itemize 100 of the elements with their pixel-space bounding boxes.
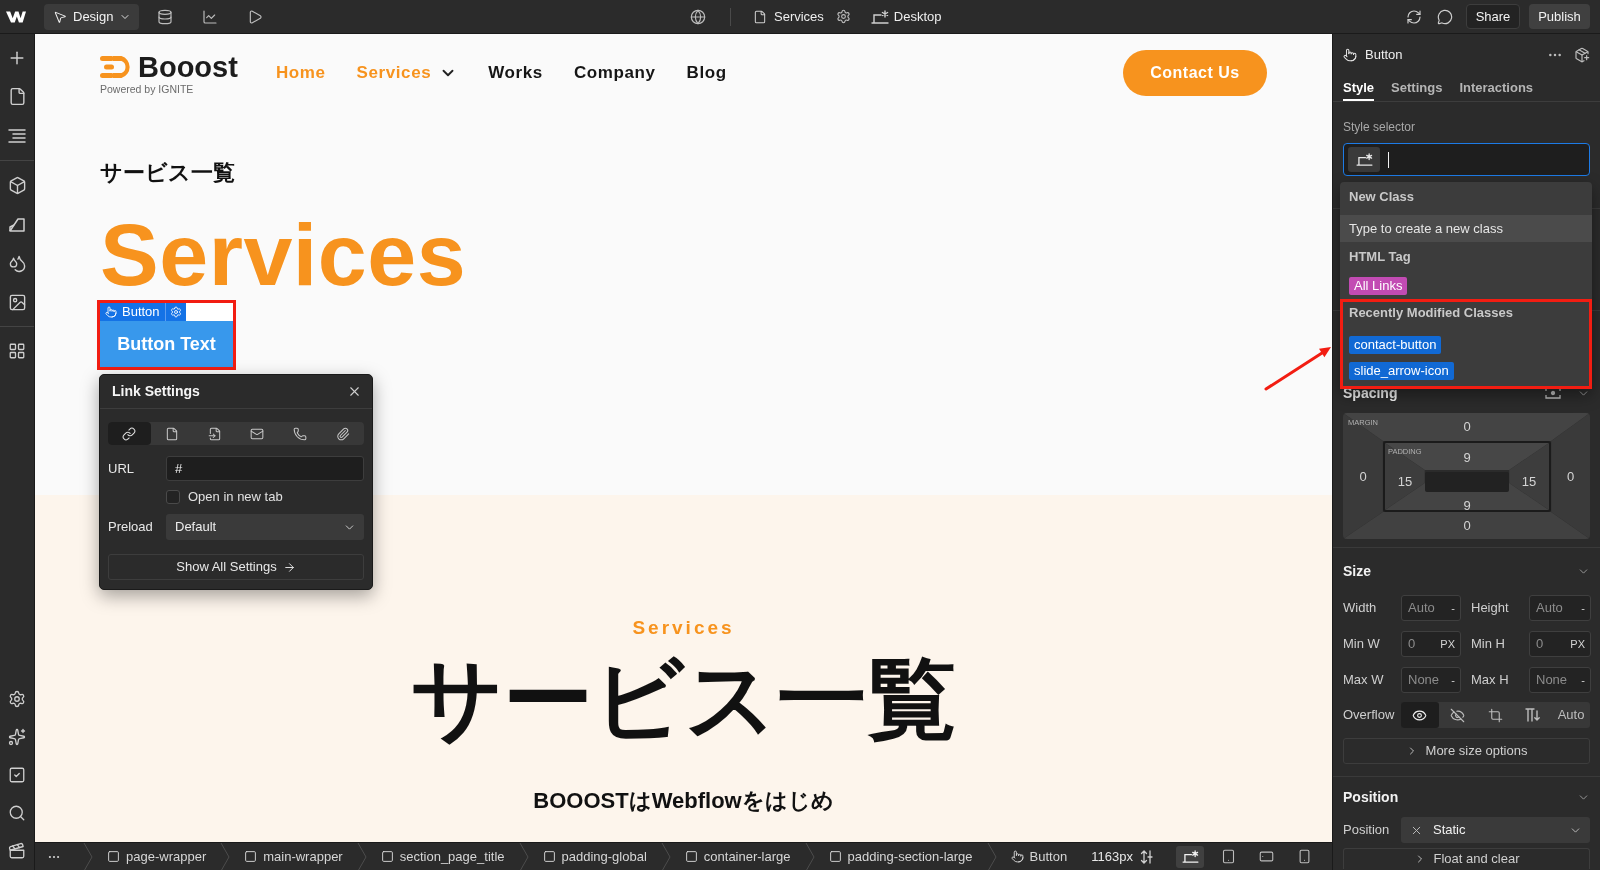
size-field[interactable]: Auto -	[1401, 595, 1461, 621]
resize-icon[interactable]	[1140, 849, 1154, 864]
nav-link[interactable]: Works	[488, 60, 543, 86]
play-icon[interactable]	[247, 8, 263, 25]
sparkles-icon[interactable]	[8, 728, 26, 746]
chevron-icon	[660, 842, 671, 870]
breadcrumb-item[interactable]: section_page_title	[366, 846, 519, 867]
section-eyebrow: Services	[632, 616, 735, 640]
element-tag[interactable]: Button	[100, 303, 186, 321]
breadcrumb-item[interactable]: main-wrapper	[230, 846, 357, 867]
sync-icon[interactable]	[1406, 8, 1422, 25]
breadcrumb-item[interactable]: Button	[996, 846, 1082, 867]
padding-left-area[interactable]	[1385, 443, 1425, 510]
unit-selector[interactable]: -	[1581, 599, 1585, 617]
class-tag[interactable]: contact-button	[1349, 336, 1442, 354]
globe-icon[interactable]	[690, 8, 706, 25]
brand-name: Booost	[138, 51, 238, 82]
unit-selector[interactable]: -	[1581, 671, 1585, 689]
size-field[interactable]: Auto -	[1529, 595, 1591, 621]
nav-link[interactable]: Company	[573, 60, 656, 86]
url-field[interactable]: #	[166, 456, 364, 481]
page-name[interactable]: Services	[774, 6, 824, 27]
breakpoint-button[interactable]	[1176, 845, 1204, 868]
overflow-option[interactable]: Auto	[1552, 702, 1590, 728]
margin-bottom-value[interactable]: 0	[1463, 515, 1471, 536]
checkbox-icon[interactable]	[8, 766, 26, 784]
design-mode-button[interactable]: Design	[44, 3, 139, 30]
padding-left-value[interactable]: 15	[1397, 472, 1413, 492]
square-icon	[244, 850, 258, 863]
settings-icon	[169, 306, 182, 318]
size-field[interactable]: None -	[1529, 667, 1591, 693]
field-label: Max W	[1343, 671, 1385, 690]
preload-select[interactable]: Default	[166, 514, 364, 540]
apps-icon[interactable]	[8, 341, 26, 360]
position-select[interactable]: Static	[1401, 817, 1590, 843]
section-lead: BOOOSTはWebflowをはじめ	[533, 787, 834, 815]
share-button[interactable]: Share	[1466, 4, 1520, 29]
style-icon[interactable]	[8, 215, 26, 234]
breakpoint-icon	[870, 9, 889, 24]
section-heading: Size	[1343, 561, 1371, 581]
settings-icon[interactable]	[835, 9, 851, 24]
eye-icon	[1412, 707, 1428, 723]
image-icon[interactable]	[7, 293, 27, 312]
menu-item[interactable]: Type to create a new class	[1340, 215, 1592, 242]
style-selector-field[interactable]	[1343, 143, 1590, 176]
field-label: Width	[1343, 599, 1378, 618]
panel-tab[interactable]: Style	[1343, 76, 1375, 101]
search-icon[interactable]	[8, 804, 26, 822]
video-icon[interactable]	[8, 842, 26, 860]
hand-icon	[1343, 48, 1357, 62]
field-label: Min W	[1343, 635, 1381, 654]
margin-left-value[interactable]: 0	[1359, 466, 1367, 487]
nav-link[interactable]: Blog	[686, 60, 727, 86]
unit-selector[interactable]: -	[1451, 599, 1455, 617]
page-icon[interactable]	[7, 87, 27, 106]
breadcrumb-item[interactable]: container-large	[670, 846, 805, 867]
publish-button[interactable]: Publish	[1529, 4, 1590, 29]
breadcrumb-item[interactable]: padding-section-large	[814, 846, 987, 867]
chart-icon[interactable]	[202, 8, 218, 25]
box-model-icon[interactable]	[1545, 387, 1561, 399]
unit-selector[interactable]: -	[1451, 671, 1455, 689]
class-tag[interactable]: slide_arrow-icon	[1349, 362, 1454, 380]
breakpoint-name[interactable]: Desktop	[893, 6, 942, 27]
margin-right-value[interactable]: 0	[1566, 466, 1575, 487]
cube-plus-icon[interactable]	[1574, 47, 1590, 63]
section-heading: Spacing	[1343, 383, 1398, 403]
droplets-icon[interactable]	[7, 254, 27, 273]
padding-top-value[interactable]: 9	[1463, 447, 1471, 468]
size-field[interactable]: 0 PX	[1401, 631, 1461, 657]
class-tag[interactable]: All Links	[1349, 277, 1408, 295]
padding-top-area[interactable]	[1385, 443, 1549, 470]
show-all-settings-button[interactable]: Show All Settings	[108, 554, 364, 580]
panel-tab[interactable]: Interactions	[1459, 76, 1534, 101]
size-field[interactable]: 0 PX	[1529, 631, 1591, 657]
link-icon	[122, 426, 137, 441]
comment-icon[interactable]	[1437, 8, 1453, 25]
canvas-width: 1163px	[1091, 847, 1133, 866]
class-selector-icon	[1348, 147, 1380, 172]
close-icon[interactable]	[347, 384, 362, 399]
breadcrumb-item[interactable]: padding-global	[528, 846, 661, 867]
more-size-options-button[interactable]: More size options	[1343, 738, 1590, 764]
settings-icon[interactable]	[8, 690, 26, 708]
database-icon[interactable]	[157, 8, 173, 25]
field-label: URL	[108, 459, 135, 478]
checkbox[interactable]	[166, 490, 180, 504]
panel-tab[interactable]: Settings	[1391, 76, 1443, 101]
unit-selector[interactable]: PX	[1440, 635, 1455, 653]
unit-selector[interactable]: PX	[1570, 635, 1585, 653]
margin-top-value[interactable]: 0	[1463, 417, 1471, 437]
logo-icon[interactable]	[6, 9, 26, 24]
size-field[interactable]: None -	[1401, 667, 1461, 693]
enter-icon	[207, 426, 222, 441]
float-and-clear-button[interactable]: Float and clear	[1343, 848, 1590, 869]
navigator-icon[interactable]	[8, 128, 26, 143]
overflow-option[interactable]	[1401, 702, 1439, 728]
link-type-tab[interactable]	[108, 422, 151, 445]
cube-icon[interactable]	[7, 176, 27, 195]
padding-right-value[interactable]: 15	[1521, 472, 1537, 492]
breadcrumb-item[interactable]: page-wrapper	[93, 846, 221, 867]
padding-bottom-value[interactable]: 9	[1463, 496, 1471, 510]
